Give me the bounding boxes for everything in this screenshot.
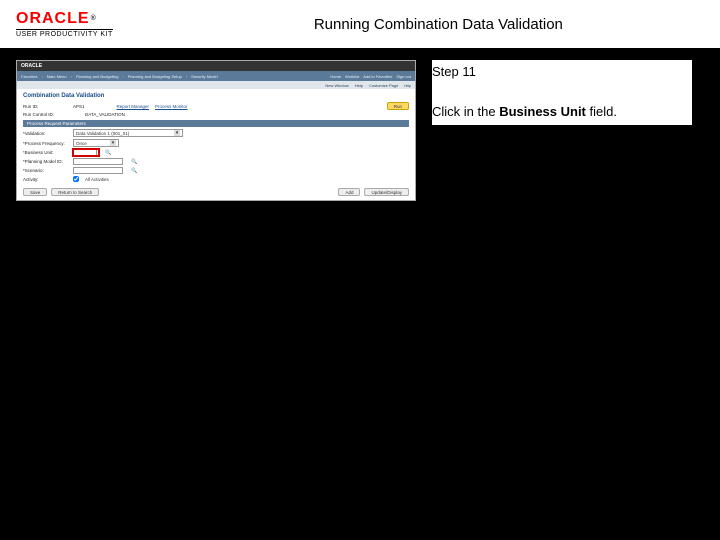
ss-footer: Save Return to Search Add Update/Display: [23, 188, 409, 196]
chevron-down-icon: ▾: [110, 140, 116, 146]
ss-nav-item[interactable]: Favorites: [21, 74, 37, 79]
oracle-logo-block: ORACLE ® USER PRODUCTIVITY KIT: [16, 11, 113, 38]
step-label: Step 11: [432, 64, 692, 79]
ss-return-button[interactable]: Return to Search: [51, 188, 99, 196]
ss-util-custom[interactable]: Customize Page: [369, 83, 398, 88]
ss-nav-fav[interactable]: Add to Favorites: [363, 74, 392, 79]
ss-business-unit-input[interactable]: [73, 149, 97, 156]
ss-util-newwin[interactable]: New Window: [325, 83, 348, 88]
ss-model-label: *Planning Model ID:: [23, 159, 67, 164]
header-bar: ORACLE ® USER PRODUCTIVITY KIT Running C…: [0, 0, 720, 48]
ss-nav-item[interactable]: Planning and Budgeting: [76, 74, 118, 79]
ss-nav-item[interactable]: Security Model: [191, 74, 217, 79]
instruction-pre: Click in the: [432, 104, 499, 119]
ss-nav-item[interactable]: Main Menu: [47, 74, 67, 79]
ss-topbar-brand: ORACLE: [21, 63, 42, 69]
embedded-screenshot: ORACLE Favorites› Main Menu› Planning an…: [16, 60, 416, 201]
registered-mark: ®: [91, 15, 97, 22]
ss-section-header: Process Request Parameters: [23, 120, 409, 127]
oracle-logo-text: ORACLE: [16, 11, 90, 27]
ss-run-button[interactable]: Run: [387, 102, 409, 110]
ss-activity-label: Activity:: [23, 177, 67, 182]
ss-util-help[interactable]: Help: [355, 83, 363, 88]
ss-nav-worklist[interactable]: Worklist: [345, 74, 359, 79]
lookup-icon[interactable]: 🔍: [131, 159, 137, 165]
oracle-tagline: USER PRODUCTIVITY KIT: [16, 29, 113, 38]
instruction-bold: Business Unit: [499, 104, 586, 119]
ss-nav-signout[interactable]: Sign out: [396, 74, 411, 79]
instruction-post: field.: [586, 104, 617, 119]
ss-run-id-label: Run ID:: [23, 104, 67, 109]
lookup-icon[interactable]: 🔍: [131, 168, 137, 174]
ss-run-id-value: APS1: [73, 104, 85, 109]
ss-model-input[interactable]: [73, 158, 123, 165]
ss-nav-home[interactable]: Home: [330, 74, 341, 79]
ss-activity-checkbox[interactable]: [73, 176, 79, 182]
ss-breadcrumb-nav: Favorites› Main Menu› Planning and Budge…: [17, 71, 415, 81]
ss-frequency-value: Once: [76, 141, 87, 146]
page-title: Running Combination Data Validation: [173, 16, 704, 33]
ss-report-manager-link[interactable]: Report Manager: [117, 104, 150, 109]
ss-scenario-label: *Scenario:: [23, 168, 67, 173]
lookup-icon[interactable]: 🔍: [105, 150, 111, 156]
chevron-down-icon: ▾: [174, 130, 180, 136]
ss-frequency-select[interactable]: Once ▾: [73, 139, 119, 147]
ss-add-button[interactable]: Add: [338, 188, 360, 196]
content-row: ORACLE Favorites› Main Menu› Planning an…: [0, 48, 720, 213]
ss-run-ctrl-label: Run Control ID:: [23, 112, 79, 117]
ss-topbar: ORACLE: [17, 61, 415, 71]
ss-frequency-label: *Process Frequency:: [23, 141, 67, 146]
instruction-panel: Step 11 Click in the Business Unit field…: [432, 60, 692, 125]
ss-utility-bar: New Window Help Customize Page http: [17, 81, 415, 89]
ss-save-button[interactable]: Save: [23, 188, 47, 196]
ss-heading: Combination Data Validation: [23, 93, 409, 99]
ss-scenario-input[interactable]: [73, 167, 123, 174]
oracle-logo: ORACLE ®: [16, 11, 113, 27]
ss-validation-select[interactable]: Data Validation 1 (001_01) ▾: [73, 129, 183, 137]
instruction-text: Click in the Business Unit field.: [432, 103, 692, 121]
ss-body: Combination Data Validation Run ID: APS1…: [17, 89, 415, 200]
ss-activity-value: All Activities: [85, 177, 109, 182]
ss-business-unit-label: *Business Unit:: [23, 150, 67, 155]
ss-validation-value: Data Validation 1 (001_01): [76, 131, 129, 136]
ss-run-ctrl-value: DATA_VALIDATION: [85, 112, 125, 117]
ss-util-http[interactable]: http: [404, 83, 411, 88]
ss-update-button[interactable]: Update/Display: [364, 188, 409, 196]
ss-nav-item[interactable]: Planning and Budgeting Setup: [128, 74, 182, 79]
ss-process-monitor-link[interactable]: Process Monitor: [155, 104, 188, 109]
ss-validation-label: *Validation:: [23, 131, 67, 136]
